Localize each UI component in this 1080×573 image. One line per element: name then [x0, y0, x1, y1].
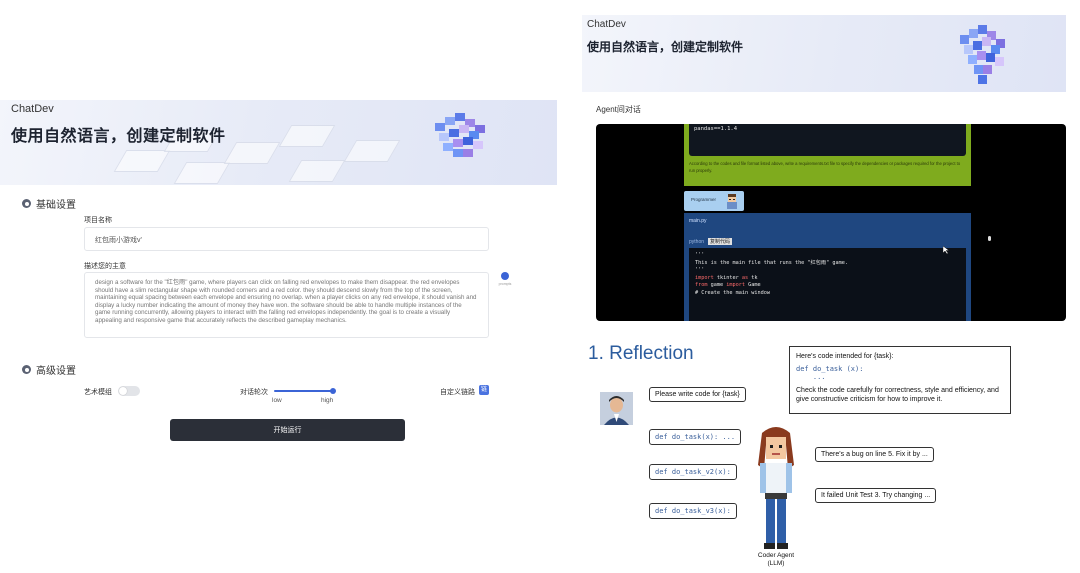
task-code-line: def do_task (x): [796, 365, 864, 373]
code-keyword: as [741, 274, 749, 281]
basic-settings-label: 基础设置 [36, 200, 76, 211]
cube-logo-icon [435, 113, 485, 157]
mouse-cursor-icon [943, 246, 949, 254]
task-prompt-box: Here's code intended for {task}: def do_… [789, 346, 1011, 414]
code-keyword: import [695, 274, 714, 281]
dialog-section-label: Agent间对话 [596, 105, 641, 114]
feedback-bug-bubble: There's a bug on line 5. Fix it by ... [815, 447, 934, 462]
scrollbar-thumb[interactable] [988, 236, 991, 241]
header-banner: ChatDev 使用自然语言，创建定制软件 [582, 15, 1066, 92]
code-language: python [689, 239, 705, 245]
requirements-code: pandas==1.1.4 [689, 124, 966, 156]
project-name-input[interactable]: 红包雨小游戏v' [84, 227, 489, 251]
cube-logo-icon [960, 25, 1005, 84]
code-keyword: from [695, 282, 708, 288]
code-line: # Create the main window [695, 289, 770, 296]
agent-subtitle: (LLM) [767, 560, 785, 567]
header-banner: ChatDev 使用自然语言，创建定制软件 [0, 100, 557, 185]
task-code-line: ... [796, 373, 826, 381]
sparkle-icon [501, 272, 509, 280]
chat-message-instruction: pandas==1.1.4 According to the codes and… [684, 124, 971, 186]
programmer-role-tag: Programmer [684, 191, 744, 211]
user-prompt-bubble: Please write code for {task} [649, 387, 746, 402]
feedback-test-bubble: It failed Unit Test 3. Try changing ... [815, 488, 937, 503]
advanced-settings-section: 高级设置 [22, 362, 76, 377]
code-line: ''' [695, 252, 705, 258]
code-v2-bubble: def do_task_v2(x): [649, 464, 737, 480]
settings-icon [22, 365, 31, 374]
slider-high-label: high [321, 397, 334, 404]
describe-textarea[interactable]: design a software for the "红包雨" game, wh… [84, 272, 489, 338]
basic-settings-section: 基础设置 [22, 196, 76, 211]
task-intro: Here's code intended for {task}: [796, 353, 894, 360]
dialog-rounds-slider[interactable] [274, 390, 334, 392]
user-photo [600, 392, 633, 425]
slider-low-label: low [272, 397, 282, 404]
programmer-avatar [727, 194, 737, 209]
coder-agent-icon [758, 427, 794, 549]
reflection-diagram: 1. Reflection Here's code intended for {… [582, 333, 1066, 573]
page-title: 使用自然语言，创建定制软件 [11, 128, 226, 145]
code-line: import tkinter as tk [695, 274, 758, 281]
instruction-text: According to the codes and file format l… [689, 161, 961, 173]
advanced-settings-row: 艺术模组 对话轮次 low high 自定义链路 链 [0, 385, 557, 405]
code-block: ''' This is the main file that runs the "… [689, 248, 966, 321]
custom-link-label: 自定义链路 [440, 389, 475, 396]
describe-label: 描述您的主意 [84, 263, 126, 270]
code-v1-bubble: def do_task(x): ... [649, 429, 742, 445]
prompt-enhance-button[interactable]: prompts [495, 272, 515, 286]
coder-agent-label: Coder Agent (LLM) [750, 552, 802, 568]
app-name: ChatDev [11, 103, 54, 115]
agent-dialog-panel: ChatDev 使用自然语言，创建定制软件 Agent间对话 pandas==1… [582, 15, 1066, 323]
chat-log[interactable]: pandas==1.1.4 According to the codes and… [596, 124, 1066, 321]
page-title: 使用自然语言，创建定制软件 [587, 40, 744, 54]
copy-code-button[interactable]: 复制代码 [708, 238, 733, 245]
prompt-enhance-label: prompts [498, 282, 512, 286]
project-name-label: 项目名称 [84, 217, 112, 224]
custom-link-icon[interactable]: 链 [479, 385, 489, 395]
chatdev-settings-panel: ChatDev 使用自然语言，创建定制软件 基础设置 项目名称 红包雨小游戏v'… [0, 100, 557, 445]
code-v3-bubble: def do_task_v3(x): [649, 503, 737, 519]
code-line: This is the main file that runs the "红包雨… [695, 259, 848, 266]
settings-icon [22, 199, 31, 208]
agent-name: Coder Agent [757, 552, 795, 559]
reflection-title: 1. Reflection [588, 343, 694, 364]
dialog-rounds-label: 对话轮次 [240, 389, 268, 396]
task-code: def do_task (x): ... [796, 365, 1004, 381]
app-name: ChatDev [587, 19, 626, 30]
code-filename: main.py [689, 218, 707, 224]
programmer-label: Programmer [691, 197, 717, 202]
art-mode-toggle[interactable] [118, 386, 140, 396]
run-button[interactable]: 开始运行 [170, 419, 405, 441]
code-line: from game import Game [695, 282, 761, 288]
art-mode-label: 艺术模组 [84, 389, 112, 396]
advanced-settings-label: 高级设置 [36, 366, 76, 377]
code-line: ''' [695, 267, 705, 273]
chat-message-code: main.py python 复制代码 ''' This is the main … [684, 213, 971, 321]
task-instruction: Check the code carefully for correctness… [796, 387, 999, 403]
code-keyword: import [726, 282, 745, 288]
slider-thumb[interactable] [330, 388, 336, 394]
